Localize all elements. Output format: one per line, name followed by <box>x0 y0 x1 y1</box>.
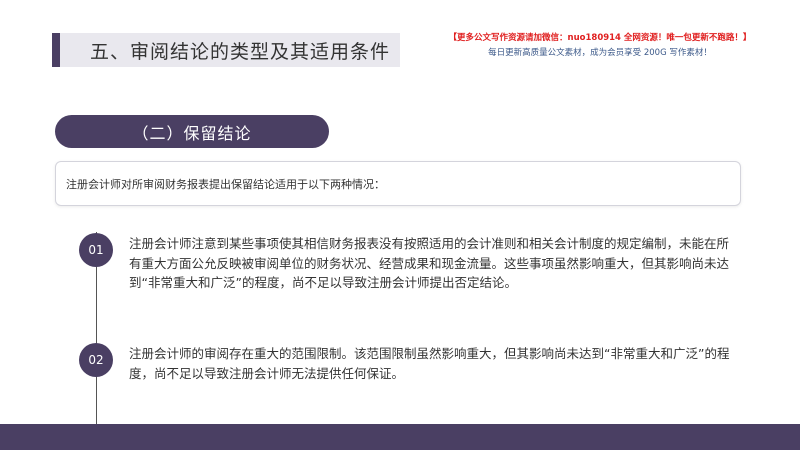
promo-line-1: 【更多公文写作资源请加微信：nuo180914 全网资源！唯一包更新不跑路！】 <box>448 33 752 43</box>
title-banner: 五、审阅结论的类型及其适用条件 <box>60 33 400 67</box>
item-number-badge: 02 <box>79 343 113 377</box>
promo-line-2: 每日更新高质量公文素材，成为会员享受 200G 写作素材！ <box>488 48 712 58</box>
title-accent-bar <box>52 33 60 67</box>
section-heading-label: （二）保留结论 <box>132 123 252 143</box>
intro-box: 注册会计师对所审阅财务报表提出保留结论适用于以下两种情况： <box>55 161 741 206</box>
intro-text: 注册会计师对所审阅财务报表提出保留结论适用于以下两种情况： <box>66 177 385 191</box>
item-number-badge: 01 <box>79 233 113 267</box>
section-heading: （二）保留结论 <box>55 115 329 148</box>
item-text: 注册会计师的审阅存在重大的范围限制。该范围限制虽然影响重大，但其影响尚未达到“非… <box>129 346 730 381</box>
footer-bar <box>0 424 800 450</box>
item-text: 注册会计师注意到某些事项使其相信财务报表没有按照适用的会计准则和相关会计制度的规… <box>129 236 730 290</box>
promo-notice: 【更多公文写作资源请加微信：nuo180914 全网资源！唯一包更新不跑路！】 … <box>440 31 760 61</box>
page-title: 五、审阅结论的类型及其适用条件 <box>90 40 391 63</box>
